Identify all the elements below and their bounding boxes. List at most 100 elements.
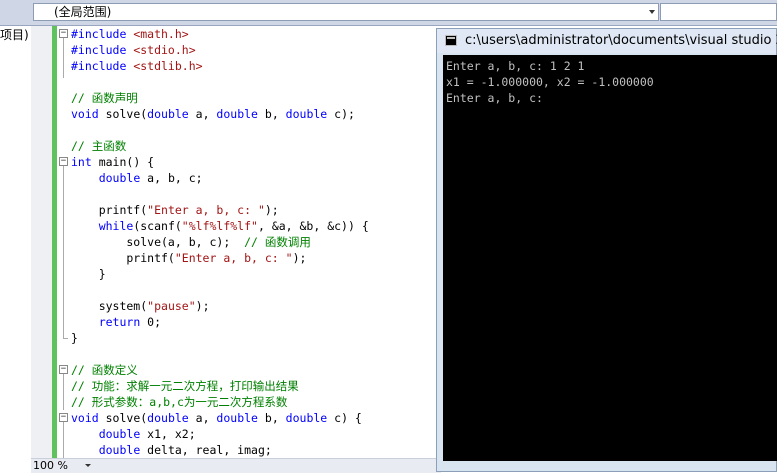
code-token: double xyxy=(98,427,141,441)
code-token: (scanf( xyxy=(133,219,182,233)
code-token: "pause" xyxy=(147,299,196,313)
code-line[interactable]: #include <math.h> xyxy=(71,26,189,42)
code-line[interactable]: void solve(double a, double b, double c)… xyxy=(71,106,355,122)
collapse-main-icon[interactable]: − xyxy=(59,157,68,166)
code-token: solve( xyxy=(98,107,148,121)
code-line[interactable]: printf("Enter a, b, c: "); xyxy=(71,202,279,218)
code-line[interactable]: #include <stdio.h> xyxy=(71,42,196,58)
console-title: c:\users\administrator\documents\visual … xyxy=(465,33,777,48)
code-token: return xyxy=(98,315,141,329)
zoom-dropdown[interactable]: 100 % xyxy=(33,459,93,472)
code-line[interactable]: double delta, real, imag; xyxy=(71,442,272,458)
code-token: "%lf%lf%lf" xyxy=(181,219,258,233)
solution-explorer-edge: 项目) xyxy=(0,26,32,472)
code-line[interactable]: printf("Enter a, b, c: "); xyxy=(71,250,306,266)
code-token: // 函数调用 xyxy=(244,235,311,249)
code-token: double xyxy=(147,107,189,121)
chevron-down-icon[interactable] xyxy=(85,464,91,467)
code-line[interactable]: // 功能：求解一元二次方程，打印输出结果 xyxy=(71,378,299,394)
navigation-bar: (全局范围) xyxy=(0,0,777,26)
code-token: a, xyxy=(188,107,217,121)
zoom-level: 100 % xyxy=(33,459,68,472)
solution-explorer-label[interactable]: 项目) xyxy=(0,26,29,43)
member-dropdown[interactable] xyxy=(660,3,777,21)
code-token: b, xyxy=(257,107,286,121)
code-token: int xyxy=(71,155,92,169)
code-token: #include xyxy=(71,27,134,41)
code-line[interactable]: system("pause"); xyxy=(71,298,210,314)
scope-dropdown-value: (全局范围) xyxy=(54,5,112,19)
code-token: a, xyxy=(188,411,217,425)
code-token: <math.h> xyxy=(133,27,189,41)
code-line[interactable]: // 函数声明 xyxy=(71,90,138,106)
code-line[interactable]: double x1, x2; xyxy=(71,426,196,442)
code-token: solve(a, b, c); xyxy=(71,235,245,249)
code-token: ); xyxy=(264,203,279,217)
scope-dropdown[interactable]: (全局范围) xyxy=(33,3,659,21)
code-token: c); xyxy=(327,107,355,121)
code-token: } xyxy=(71,331,78,345)
code-token: main() { xyxy=(91,155,155,169)
code-token: // 函数声明 xyxy=(71,91,138,105)
code-line[interactable]: // 主函数 xyxy=(71,138,126,154)
code-token: c) { xyxy=(327,411,362,425)
collapse-solve-icon[interactable]: − xyxy=(59,413,68,422)
code-editor[interactable]: − − − − #include <math.h> #include <stdio… xyxy=(57,26,437,458)
console-app-icon xyxy=(445,35,457,46)
code-token: void xyxy=(71,411,99,425)
fold-guide-line xyxy=(63,422,64,458)
code-token: a, b, c; xyxy=(140,171,203,185)
code-token: 0; xyxy=(140,315,162,329)
code-token: double xyxy=(147,411,189,425)
code-token: double xyxy=(285,411,328,425)
code-token: b, xyxy=(257,411,286,425)
fold-guide-line xyxy=(63,374,64,410)
fold-guide-line xyxy=(63,166,64,338)
code-line[interactable]: return 0; xyxy=(71,314,161,330)
code-line[interactable]: // 形式参数：a,b,c为一元二次方程系数 xyxy=(71,394,287,410)
code-token: <stdio.h> xyxy=(133,43,196,57)
code-token: #include xyxy=(71,43,134,57)
editor-status-bar: 100 % xyxy=(31,458,441,473)
code-token: "Enter a, b, c: " xyxy=(174,251,293,265)
console-output-line: Enter a, b, c: 1 2 1 xyxy=(446,59,585,73)
code-token: #include xyxy=(71,59,134,73)
code-line[interactable]: solve(a, b, c); // 函数调用 xyxy=(71,234,311,250)
code-token: while xyxy=(98,219,134,233)
code-token: system( xyxy=(71,299,148,313)
code-token: <stdlib.h> xyxy=(133,59,203,73)
code-token: double xyxy=(98,171,141,185)
console-window[interactable]: c:\users\administrator\documents\visual … xyxy=(436,28,777,472)
code-token: x1, x2; xyxy=(140,427,196,441)
code-token: delta, real, imag; xyxy=(140,443,272,457)
code-token: // 功能：求解一元二次方程，打印输出结果 xyxy=(71,379,299,393)
code-token: double xyxy=(98,443,141,457)
chevron-down-icon[interactable] xyxy=(649,10,655,14)
code-line[interactable]: int main() { xyxy=(71,154,154,170)
code-line[interactable]: double a, b, c; xyxy=(71,170,203,186)
console-screen[interactable]: Enter a, b, c: 1 2 1 x1 = -1.000000, x2 … xyxy=(443,55,777,461)
code-line[interactable]: while(scanf("%lf%lf%lf", &a, &b, &c)) { xyxy=(71,218,369,234)
fold-end-mark xyxy=(63,338,68,339)
code-token: } xyxy=(71,267,106,281)
collapse-comment-block-icon[interactable]: − xyxy=(59,365,68,374)
code-token: // 函数定义 xyxy=(71,363,138,377)
code-line[interactable]: #include <stdlib.h> xyxy=(71,58,203,74)
code-token: // 形式参数：a,b,c为一元二次方程系数 xyxy=(71,395,288,409)
code-token: double xyxy=(285,107,328,121)
code-token: solve( xyxy=(98,411,148,425)
code-token: , &a, &b, &c)) { xyxy=(257,219,369,233)
code-line[interactable]: void solve(double a, double b, double c)… xyxy=(71,410,362,426)
collapse-include-block-icon[interactable]: − xyxy=(59,29,68,38)
console-title-bar[interactable]: c:\users\administrator\documents\visual … xyxy=(437,29,777,53)
code-token: double xyxy=(216,107,258,121)
code-line[interactable]: } xyxy=(71,266,106,282)
fold-guide-line xyxy=(63,38,64,78)
code-line[interactable]: // 函数定义 xyxy=(71,362,138,378)
code-line[interactable]: } xyxy=(71,330,78,346)
